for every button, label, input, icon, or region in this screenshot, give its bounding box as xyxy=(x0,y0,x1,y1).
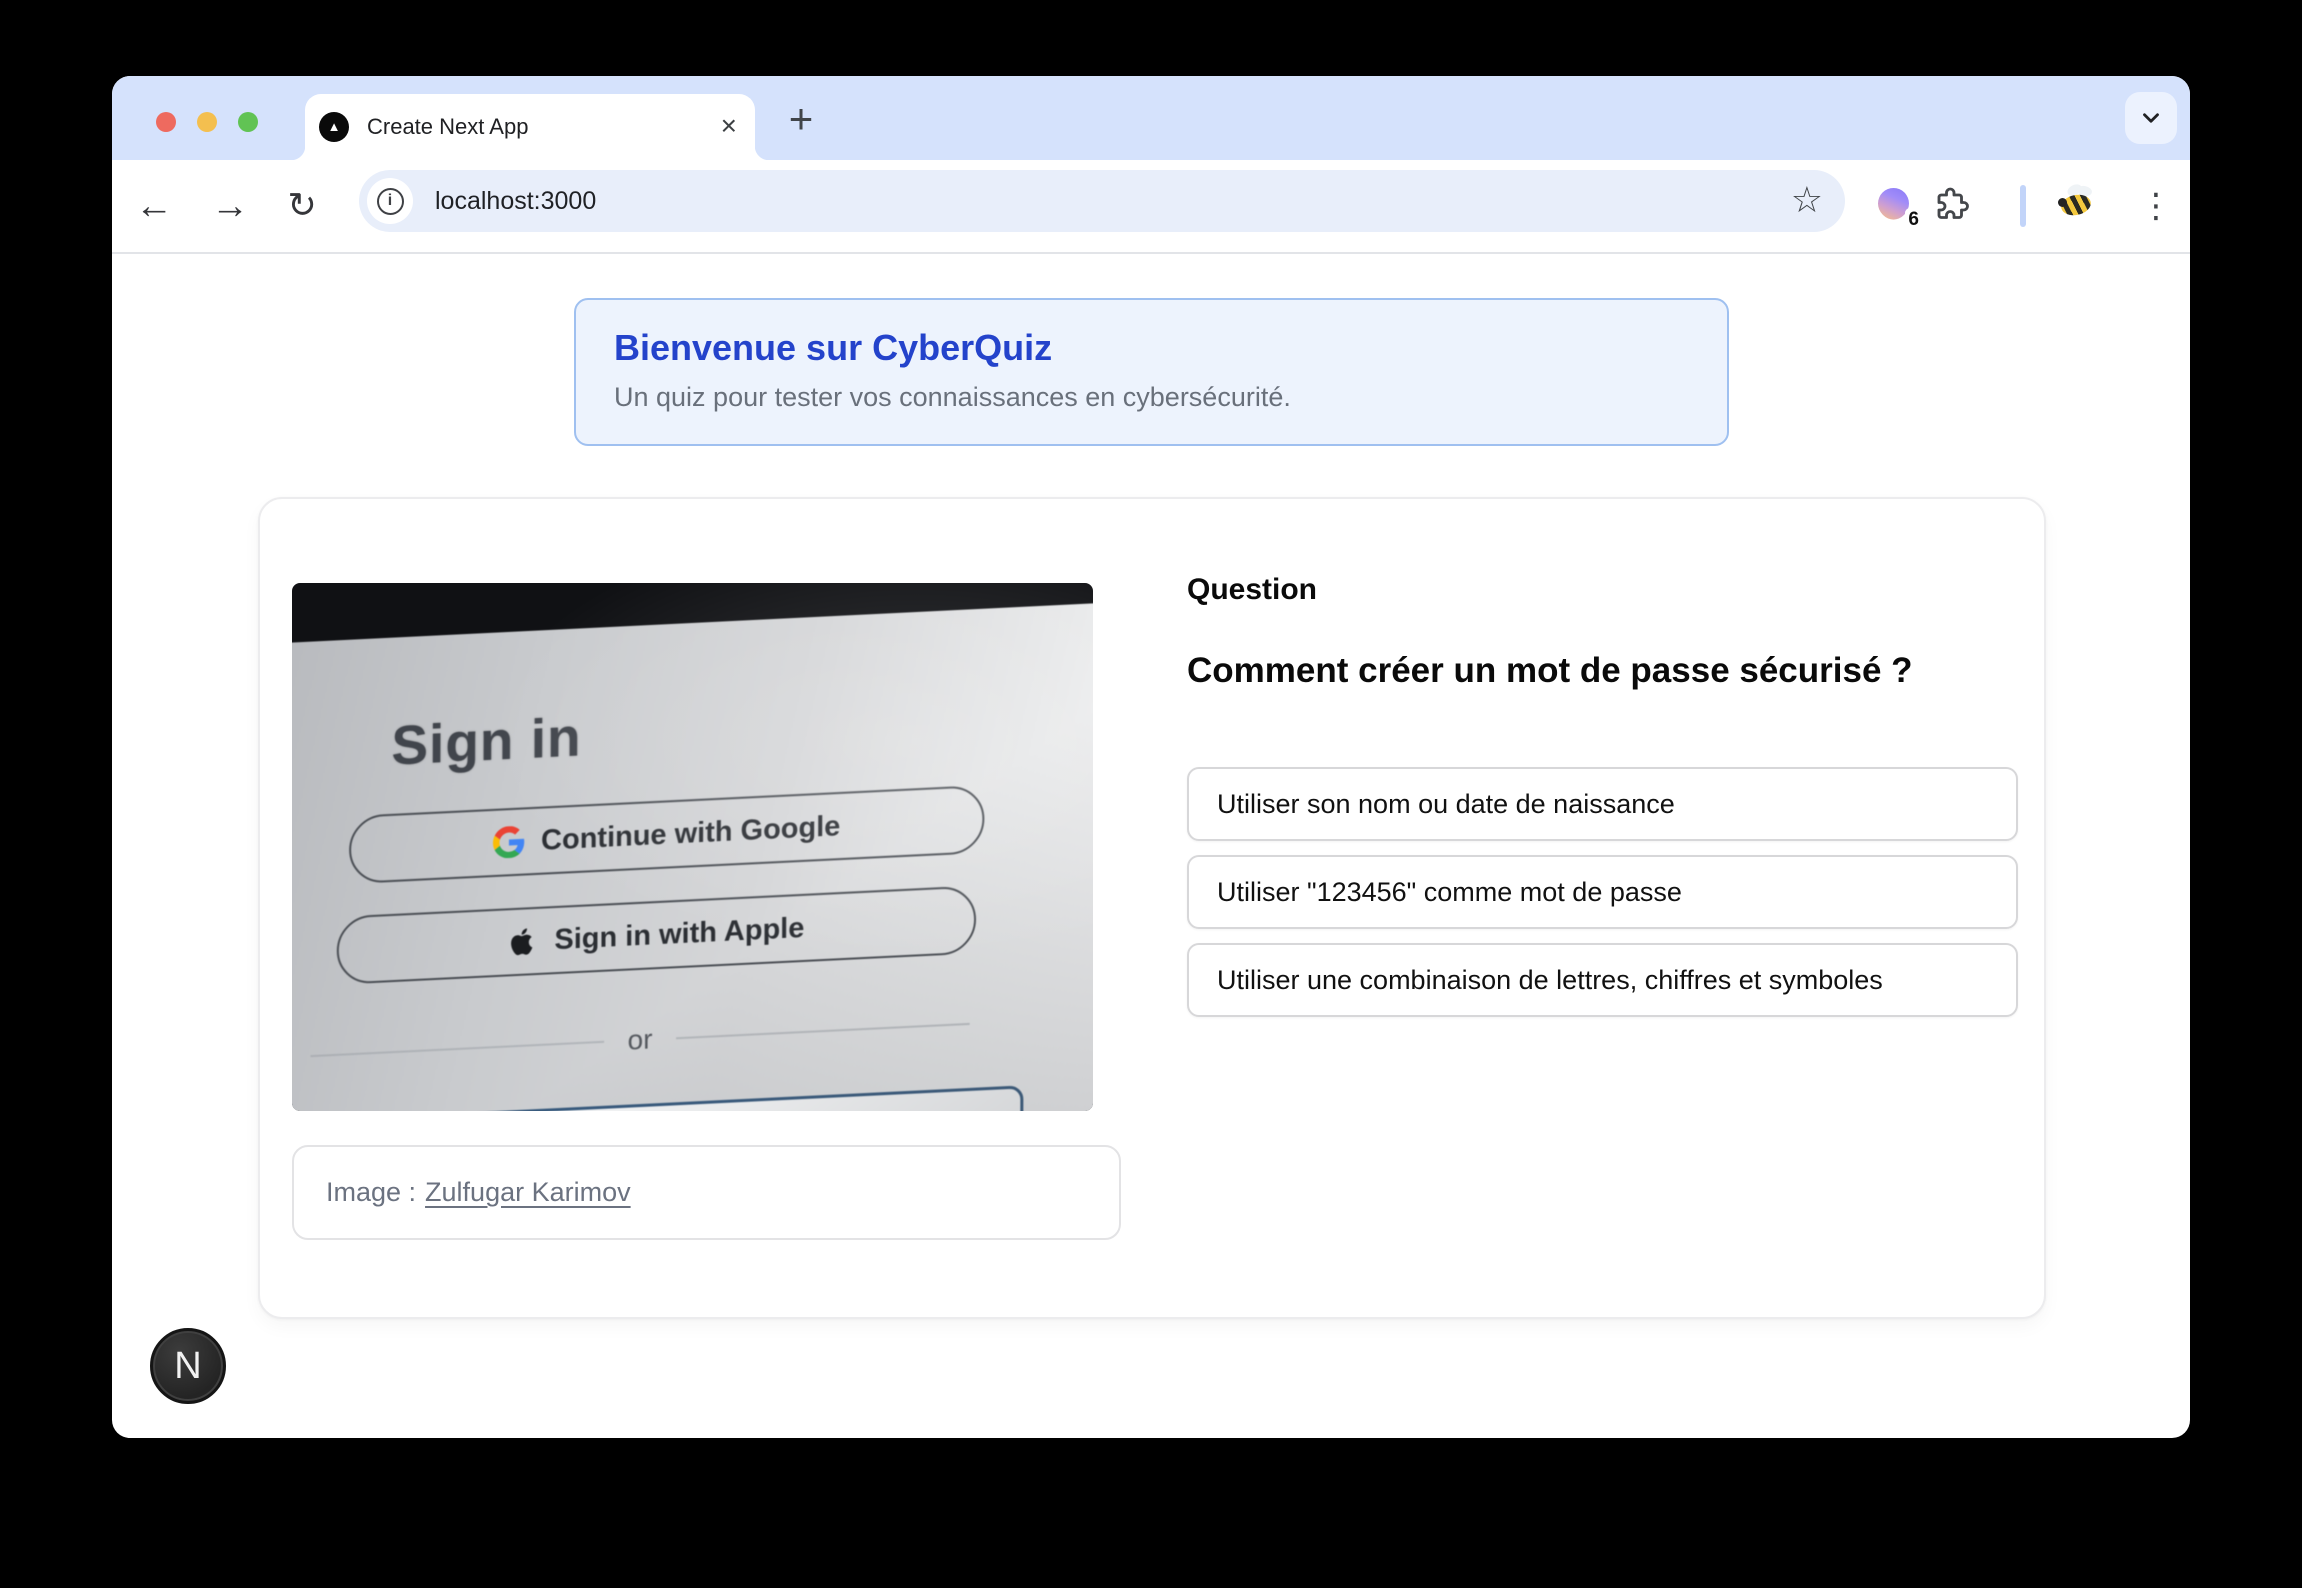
photo-apple-label: Sign in with Apple xyxy=(554,911,804,956)
toolbar-separator xyxy=(112,252,2190,254)
traffic-light-minimize-button[interactable] xyxy=(197,112,217,132)
nextjs-devtools-button[interactable]: N xyxy=(150,1328,226,1404)
photo-apple-button: Sign in with Apple xyxy=(337,885,976,984)
url-text: localhost:3000 xyxy=(435,170,596,232)
photo-google-button: Continue with Google xyxy=(349,785,984,884)
traffic-light-zoom-button[interactable] xyxy=(238,112,258,132)
desktop-background: ▲ Create Next App × + ← → ↻ i localhost:… xyxy=(0,0,2302,1588)
toolbar-divider xyxy=(2020,185,2026,227)
photo-signin-heading: Sign in xyxy=(391,704,581,777)
apple-logo-icon xyxy=(508,924,538,960)
bookmark-star-icon[interactable]: ☆ xyxy=(1791,170,1823,232)
bee-head xyxy=(2058,198,2067,207)
menu-kebab-icon[interactable]: ⋮ xyxy=(2136,184,2176,228)
banner-subtitle: Un quiz pour tester vos connaissances en… xyxy=(614,382,1689,413)
credit-prefix: Image : xyxy=(326,1177,416,1208)
extension-shortcut-icon[interactable]: 6 xyxy=(1876,186,1916,226)
site-info-button[interactable]: i xyxy=(367,178,413,224)
credit-link[interactable]: Zulfugar Karimov xyxy=(425,1177,631,1208)
traffic-light-close-button[interactable] xyxy=(156,112,176,132)
photo-or-divider: or xyxy=(310,1008,969,1072)
image-credit: Image : Zulfugar Karimov xyxy=(292,1145,1121,1240)
extensions-puzzle-icon[interactable] xyxy=(1933,185,1969,227)
browser-toolbar: ← → ↻ i localhost:3000 ☆ 6 xyxy=(112,160,2190,252)
vercel-triangle-icon: ▲ xyxy=(328,120,341,133)
tab-strip: ▲ Create Next App × + xyxy=(112,76,2190,160)
new-tab-button[interactable]: + xyxy=(778,96,824,142)
question-label: Question xyxy=(1187,573,1317,607)
browser-window: ▲ Create Next App × + ← → ↻ i localhost:… xyxy=(112,76,2190,1438)
chevron-down-icon xyxy=(2138,105,2164,131)
forward-button[interactable]: → xyxy=(200,160,260,252)
photo-email-placeholder: Email or phone xyxy=(305,1109,1020,1111)
nextjs-favicon-icon: ▲ xyxy=(319,112,349,142)
photo-google-label: Continue with Google xyxy=(541,809,840,857)
tab-close-icon[interactable]: × xyxy=(721,94,737,160)
welcome-banner: Bienvenue sur CyberQuiz Un quiz pour tes… xyxy=(574,298,1729,446)
quiz-card: Sign in Continue with Google xyxy=(258,497,2046,1319)
question-photo: Sign in Continue with Google xyxy=(292,583,1093,1111)
info-icon: i xyxy=(377,188,404,215)
back-button[interactable]: ← xyxy=(124,160,184,252)
browser-tab[interactable]: ▲ Create Next App × xyxy=(305,94,755,160)
answer-option-3[interactable]: Utiliser une combinaison de lettres, chi… xyxy=(1187,943,2018,1017)
address-bar[interactable]: i localhost:3000 ☆ xyxy=(359,170,1845,232)
profile-avatar-bee-icon[interactable] xyxy=(2053,182,2099,228)
question-text: Comment créer un mot de passe sécurisé ? xyxy=(1187,651,1913,691)
answer-option-2[interactable]: Utiliser "123456" comme mot de passe xyxy=(1187,855,2018,929)
google-logo-icon xyxy=(493,825,525,859)
reload-button[interactable]: ↻ xyxy=(272,160,332,252)
extension-badge: 6 xyxy=(1905,208,1922,232)
banner-title: Bienvenue sur CyberQuiz xyxy=(614,327,1689,369)
photo-email-input: Email or phone xyxy=(292,1085,1023,1111)
tab-search-button[interactable] xyxy=(2125,92,2177,144)
answer-option-1[interactable]: Utiliser son nom ou date de naissance xyxy=(1187,767,2018,841)
photographed-screen: Sign in Continue with Google xyxy=(292,600,1093,1111)
tab-title: Create Next App xyxy=(367,114,528,140)
